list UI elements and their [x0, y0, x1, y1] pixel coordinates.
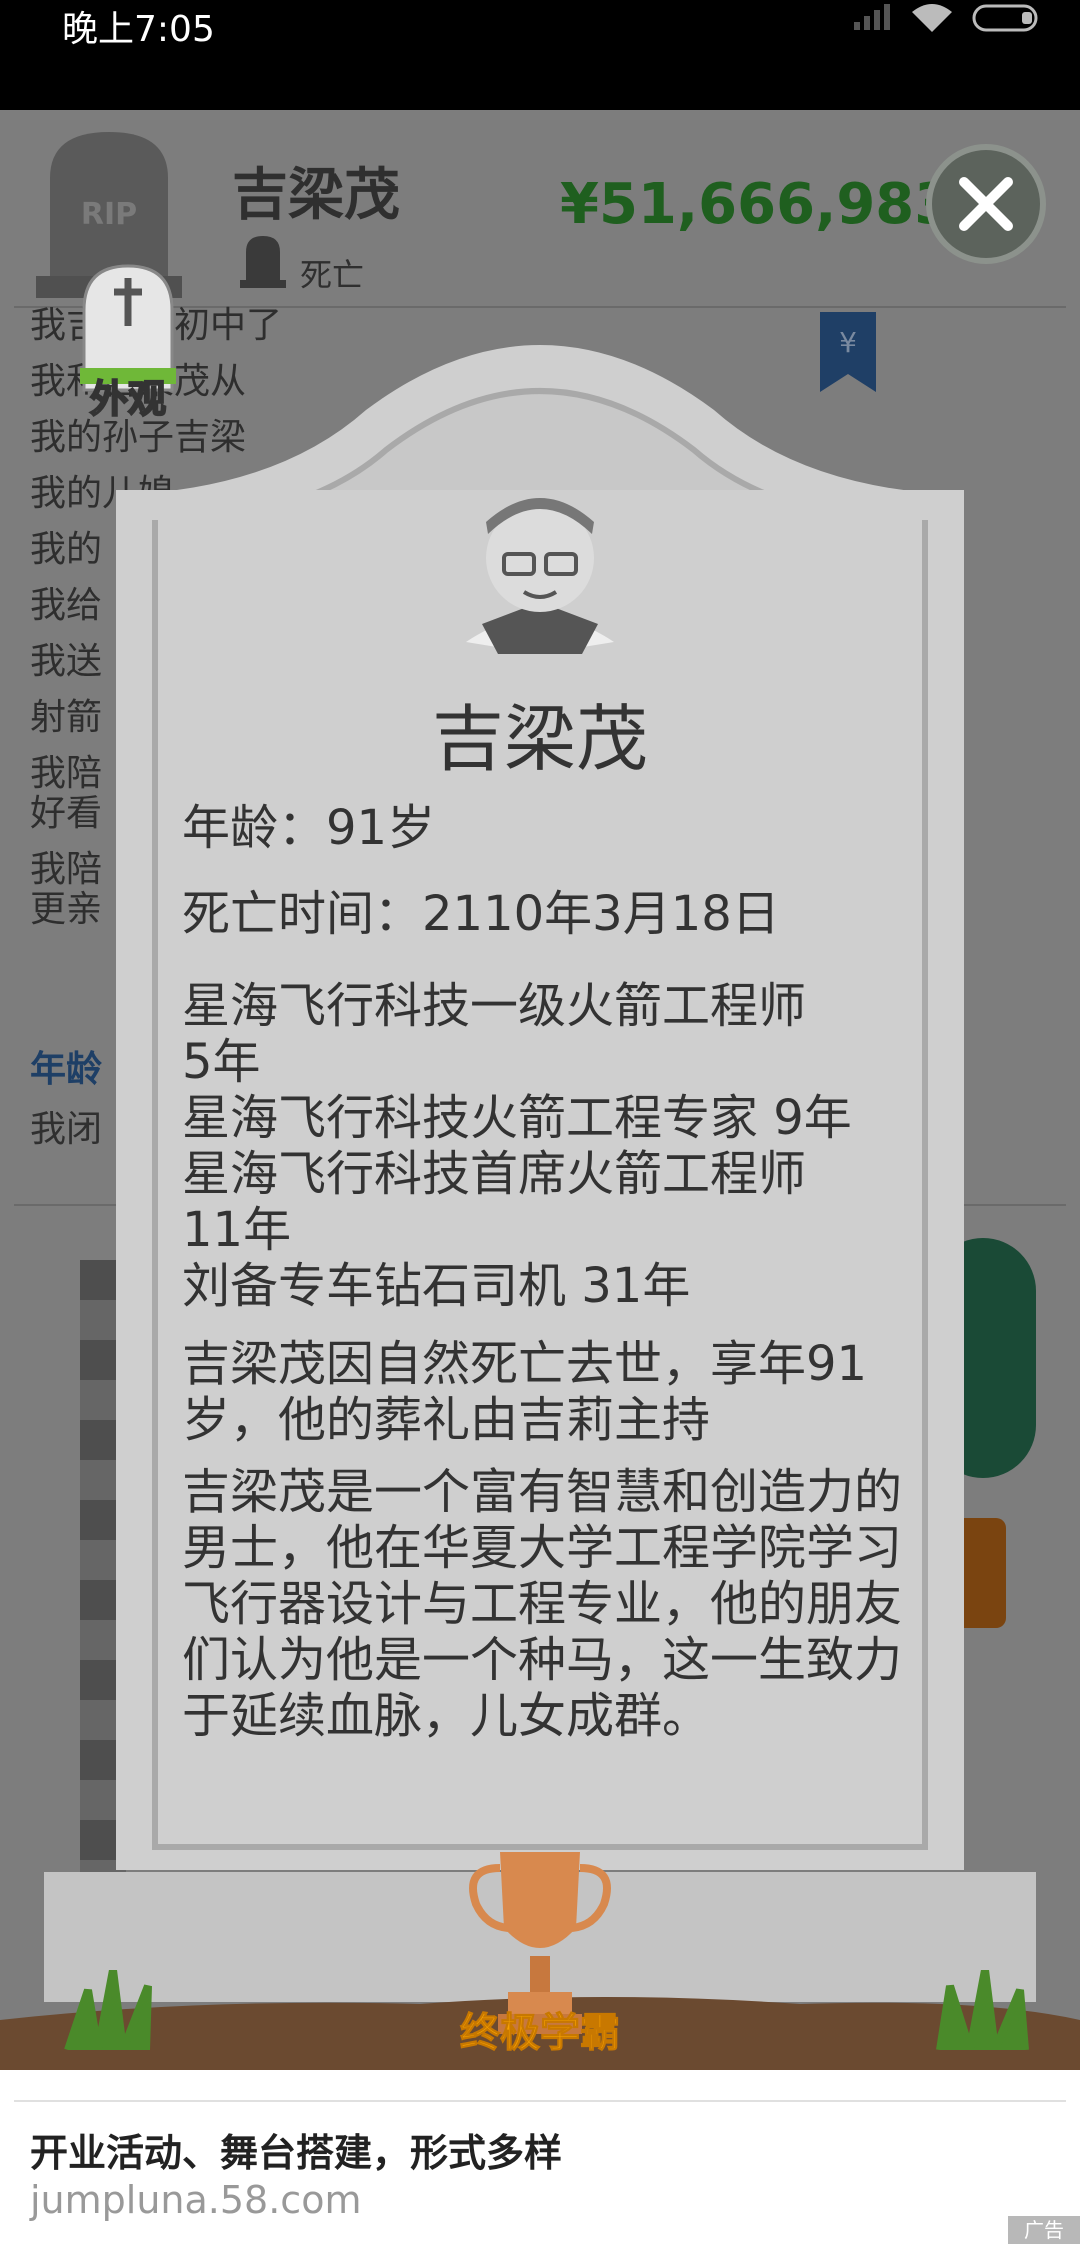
ad-title[interactable]: 开业活动、舞台搭建，形式多样 — [30, 2122, 562, 2177]
close-button[interactable] — [926, 144, 1046, 264]
career-line: 星海飞行科技火箭工程专家 9年 — [182, 1090, 852, 1146]
career-line: 星海飞行科技首席火箭工程师 — [182, 1146, 807, 1202]
bg-status: 死亡 — [300, 256, 365, 294]
career-line: 5年 — [182, 1034, 261, 1090]
grass-right-icon — [936, 1970, 1029, 2050]
old-man-avatar — [466, 498, 614, 654]
career-line: 11年 — [182, 1202, 292, 1258]
grass-left-icon — [64, 1970, 152, 2050]
status-icons — [852, 2, 1042, 34]
ad-divider — [14, 2100, 1066, 2102]
appearance-label: 外观 — [89, 376, 167, 422]
bg-character-name: 吉梁茂 — [232, 163, 400, 228]
status-time: 晚上7:05 — [62, 9, 215, 50]
tombstone: 吉梁茂 年龄：91岁 死亡时间：2110年3月18日 星海飞行科技一级火箭工程师… — [0, 320, 1080, 2072]
signal-icon — [854, 4, 890, 30]
tomb-age: 年龄：91岁 — [182, 800, 436, 856]
appearance-button[interactable]: 外观 — [58, 264, 198, 424]
tomb-death-cause: 吉梁茂因自然死亡去世，享年91岁，他的葬礼由吉莉主持 — [182, 1336, 868, 1448]
tomb-name: 吉梁茂 — [431, 697, 648, 781]
battery-icon — [972, 4, 1038, 32]
tomb-biography: 吉梁茂是一个富有智慧和创造力的男士，他在华夏大学工程学院学习飞行器设计与工程专业… — [182, 1464, 903, 1744]
tomb-career-list: 星海飞行科技一级火箭工程师 5年 星海飞行科技火箭工程专家 9年 星海飞行科技首… — [182, 978, 902, 1314]
close-icon — [959, 177, 1013, 231]
ad-tag: 广告 — [1008, 2216, 1080, 2244]
achievement-title: 终极学霸 — [460, 2010, 621, 2057]
money-balance: ¥51,666,983 — [560, 172, 954, 237]
status-bar: 晚上7:05 — [0, 0, 1080, 110]
ad-banner[interactable]: 开业活动、舞台搭建，形式多样 jumpluna.58.com 广告 — [0, 2070, 1080, 2244]
career-line: 星海飞行科技一级火箭工程师 — [182, 978, 807, 1034]
small-rip-icon — [240, 236, 286, 288]
career-line: 刘备专车钻石司机 31年 — [182, 1258, 691, 1314]
wifi-icon — [912, 4, 952, 32]
tomb-death-time: 死亡时间：2110年3月18日 — [182, 886, 780, 942]
ad-url[interactable]: jumpluna.58.com — [30, 2178, 361, 2222]
svg-text:RIP: RIP — [81, 197, 137, 232]
